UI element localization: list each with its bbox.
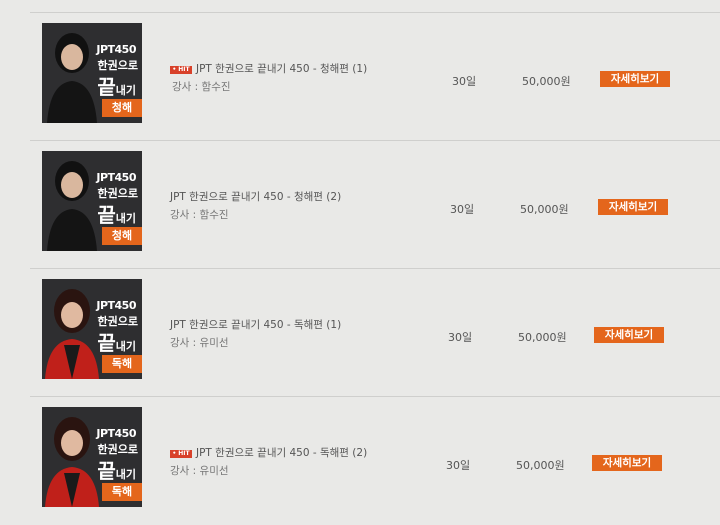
course-thumbnail[interactable]: JPT450 한권으로 끝내기 청해 <box>42 151 142 251</box>
course-teacher: 강사 : 함수진 <box>172 81 231 93</box>
course-price: 50,000원 <box>520 203 569 216</box>
course-row: JPT450 한권으로 끝내기 청해 • HIT JPT 한권으로 끝내기 450… <box>30 13 720 141</box>
course-days: 30일 <box>448 331 473 344</box>
course-price: 50,000원 <box>516 459 565 472</box>
course-days: 30일 <box>450 203 475 216</box>
course-list: JPT450 한권으로 끝내기 청해 • HIT JPT 한권으로 끝내기 450… <box>0 0 720 513</box>
details-button[interactable]: 자세히보기 <box>598 199 668 215</box>
details-button[interactable]: 자세히보기 <box>600 71 670 87</box>
thumb-title: JPT450 <box>96 171 136 184</box>
course-price: 50,000원 <box>518 331 567 344</box>
instructor-photo <box>45 289 99 379</box>
instructor-photo <box>47 161 97 251</box>
details-button[interactable]: 자세히보기 <box>594 327 664 343</box>
thumb-big-text: 끝내기 <box>97 331 136 355</box>
thumb-category-tag: 청해 <box>102 227 142 245</box>
thumb-title: JPT450 <box>96 43 136 56</box>
thumb-category-tag: 독해 <box>102 483 142 501</box>
thumb-title: JPT450 <box>96 299 136 312</box>
hot-badge: • HIT <box>170 66 192 74</box>
course-thumbnail[interactable]: JPT450 한권으로 끝내기 청해 <box>42 23 142 123</box>
thumb-category-tag: 청해 <box>102 99 142 117</box>
thumb-big-text: 끝내기 <box>97 459 136 483</box>
thumb-category-tag: 독해 <box>102 355 142 373</box>
course-teacher: 강사 : 유미선 <box>170 465 229 477</box>
course-teacher: 강사 : 유미선 <box>170 337 229 349</box>
course-thumbnail[interactable]: JPT450 한권으로 끝내기 독해 <box>42 279 142 379</box>
course-teacher: 강사 : 함수진 <box>170 209 229 221</box>
course-price: 50,000원 <box>522 75 571 88</box>
course-row: JPT450 한권으로 끝내기 청해 JPT 한권으로 끝내기 450 - 청해… <box>30 141 720 269</box>
thumb-big-text: 끝내기 <box>97 203 136 227</box>
course-title[interactable]: JPT 한권으로 끝내기 450 - 독해편 (1) <box>170 317 341 332</box>
course-days: 30일 <box>446 459 471 472</box>
course-days: 30일 <box>452 75 477 88</box>
course-title[interactable]: JPT 한권으로 끝내기 450 - 청해편 (2) <box>170 189 341 204</box>
instructor-photo <box>47 33 97 123</box>
instructor-photo <box>45 417 99 507</box>
course-thumbnail[interactable]: JPT450 한권으로 끝내기 독해 <box>42 407 142 507</box>
thumb-big-text: 끝내기 <box>97 75 136 99</box>
thumb-title: JPT450 <box>96 427 136 440</box>
course-title[interactable]: • HIT JPT 한권으로 끝내기 450 - 독해편 (2) <box>170 445 367 460</box>
details-button[interactable]: 자세히보기 <box>592 455 662 471</box>
course-row: JPT450 한권으로 끝내기 독해 • HIT JPT 한권으로 끝내기 450… <box>30 397 720 525</box>
course-title[interactable]: • HIT JPT 한권으로 끝내기 450 - 청해편 (1) <box>170 61 367 76</box>
hot-badge: • HIT <box>170 450 192 458</box>
course-row: JPT450 한권으로 끝내기 독해 JPT 한권으로 끝내기 450 - 독해… <box>30 269 720 397</box>
